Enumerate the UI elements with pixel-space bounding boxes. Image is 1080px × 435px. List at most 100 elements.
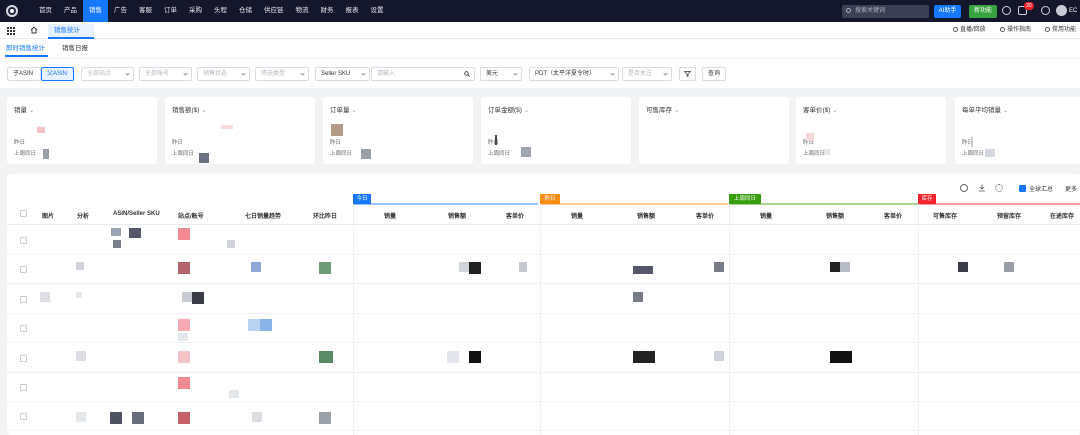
site-select[interactable]: 全部站点	[81, 67, 134, 81]
currency-select[interactable]: 美元	[480, 67, 522, 81]
column-header-4[interactable]: 七日销量趋势	[245, 211, 281, 220]
table-row[interactable]	[7, 285, 1080, 314]
nav-item-8[interactable]: 仓储	[233, 0, 258, 22]
column-header-13[interactable]: 销售额	[826, 211, 844, 220]
refresh-icon[interactable]	[960, 184, 968, 192]
ai-assistant-button[interactable]: AI助手	[934, 5, 961, 18]
avatar[interactable]	[1056, 5, 1067, 16]
masked-cell	[459, 262, 469, 272]
sku-type-select[interactable]: Seller SKU	[315, 67, 370, 81]
search-icon[interactable]	[464, 71, 470, 77]
chevron-down-icon	[183, 71, 188, 76]
keyword-input[interactable]: 请输入	[371, 67, 475, 81]
nav-item-4[interactable]: 客服	[133, 0, 158, 22]
row-checkbox[interactable]	[20, 325, 27, 332]
nav-item-13[interactable]: 设置	[365, 0, 390, 22]
table-row[interactable]	[7, 255, 1080, 284]
card-title[interactable]: 客单价($) ⌄	[803, 104, 838, 114]
parent-asin-toggle[interactable]: 父ASIN	[41, 67, 74, 81]
nav-item-3[interactable]: 广告	[108, 0, 133, 22]
apps-grid-icon[interactable]	[7, 27, 15, 35]
nav-item-2[interactable]: 销售	[83, 0, 108, 22]
column-header-16[interactable]: 预留库存	[997, 211, 1021, 220]
table-row[interactable]	[7, 344, 1080, 373]
card-title[interactable]: 每单平均销量 ⌄	[962, 104, 1008, 114]
column-header-1[interactable]: 分析	[77, 211, 89, 220]
row-checkbox[interactable]	[20, 413, 27, 420]
nav-item-11[interactable]: 财务	[315, 0, 340, 22]
table-row[interactable]	[7, 314, 1080, 343]
masked-cell	[469, 262, 481, 274]
column-header-6[interactable]: 销量	[384, 211, 396, 220]
nav-item-1[interactable]: 产品	[58, 0, 83, 22]
column-header-15[interactable]: 可售库存	[933, 211, 957, 220]
masked-cell	[76, 351, 86, 361]
column-header-8[interactable]: 客单价	[506, 211, 524, 220]
column-header-7[interactable]: 销售额	[448, 211, 466, 220]
follow-select[interactable]: 是否关注	[622, 67, 672, 81]
settings-gear-icon[interactable]	[995, 184, 1003, 192]
row-checkbox[interactable]	[20, 266, 27, 273]
status-select[interactable]: 销售状态	[197, 67, 250, 81]
column-header-0[interactable]: 图片	[42, 211, 54, 220]
download-icon[interactable]	[1002, 6, 1011, 15]
masked-value	[37, 127, 45, 133]
column-header-10[interactable]: 销售额	[637, 211, 655, 220]
new-feature-button[interactable]: 新功能	[969, 5, 997, 18]
headset-icon[interactable]	[1041, 6, 1050, 15]
row-checkbox[interactable]	[20, 296, 27, 303]
chevron-down-icon	[513, 71, 518, 76]
column-header-14[interactable]: 客单价	[884, 211, 902, 220]
nav-item-6[interactable]: 采购	[183, 0, 208, 22]
live-replay-link[interactable]: 直播/回放	[953, 22, 986, 39]
app-logo[interactable]	[6, 5, 18, 17]
column-header-11[interactable]: 客单价	[696, 211, 714, 220]
column-header-3[interactable]: 站点/账号	[178, 211, 204, 220]
card-title[interactable]: 销量 ⌄	[14, 104, 34, 114]
row-checkbox[interactable]	[20, 237, 27, 244]
advanced-filter-button[interactable]	[679, 67, 696, 81]
masked-cell	[132, 412, 144, 424]
column-header-12[interactable]: 销量	[760, 211, 772, 220]
table-header-row	[7, 205, 1080, 225]
table-row[interactable]	[7, 226, 1080, 255]
global-summary-checkbox[interactable]	[1019, 185, 1026, 192]
subtab-daily[interactable]: 销售日报	[62, 39, 88, 58]
row-checkbox[interactable]	[20, 384, 27, 391]
table-row[interactable]	[7, 373, 1080, 402]
column-header-17[interactable]: 在途库存	[1050, 211, 1074, 220]
column-header-9[interactable]: 销量	[571, 211, 583, 220]
guide-link[interactable]: 操作指南	[1000, 22, 1031, 39]
column-header-2[interactable]: ASIN/Seller SKU	[113, 211, 160, 217]
tab-sales-stats[interactable]: 销售统计	[48, 24, 94, 39]
card-title[interactable]: 订单量 ⌄	[330, 104, 357, 114]
select-all-checkbox[interactable]	[20, 210, 27, 217]
query-button[interactable]: 查询	[702, 67, 726, 81]
global-search-input[interactable]: 搜索关键词	[842, 5, 929, 18]
masked-cell	[111, 228, 121, 236]
nav-item-5[interactable]: 订单	[158, 0, 183, 22]
nav-item-10[interactable]: 物流	[290, 0, 315, 22]
home-icon[interactable]	[30, 26, 38, 34]
card-title[interactable]: 销售额($) ⌄	[172, 104, 207, 114]
nav-item-0[interactable]: 首页	[33, 0, 58, 22]
user-name[interactable]: EC	[1069, 0, 1077, 22]
favorites-link[interactable]: 常用功能	[1045, 22, 1076, 39]
card-title[interactable]: 可售库存 ⌄	[646, 104, 679, 114]
nav-item-9[interactable]: 供应链	[258, 0, 290, 22]
nav-item-12[interactable]: 报表	[340, 0, 365, 22]
type-select[interactable]: 筛选类型	[255, 67, 309, 81]
row-checkbox[interactable]	[20, 355, 27, 362]
nav-item-7[interactable]: 头程	[208, 0, 233, 22]
group-divider-1	[540, 203, 728, 205]
card-title[interactable]: 订单金额($) ⌄	[488, 104, 529, 114]
child-asin-toggle[interactable]: 子ASIN	[7, 67, 41, 81]
timezone-select[interactable]: PDT（太平洋夏令时）	[529, 67, 619, 81]
masked-value	[221, 125, 233, 129]
download-icon[interactable]	[978, 184, 986, 192]
chevron-down-icon: ⌄	[201, 107, 207, 114]
table-row[interactable]	[7, 402, 1080, 431]
column-header-5[interactable]: 环比昨日	[313, 211, 337, 220]
more-link[interactable]: 更多	[1065, 184, 1077, 193]
store-select[interactable]: 全部账号	[139, 67, 192, 81]
